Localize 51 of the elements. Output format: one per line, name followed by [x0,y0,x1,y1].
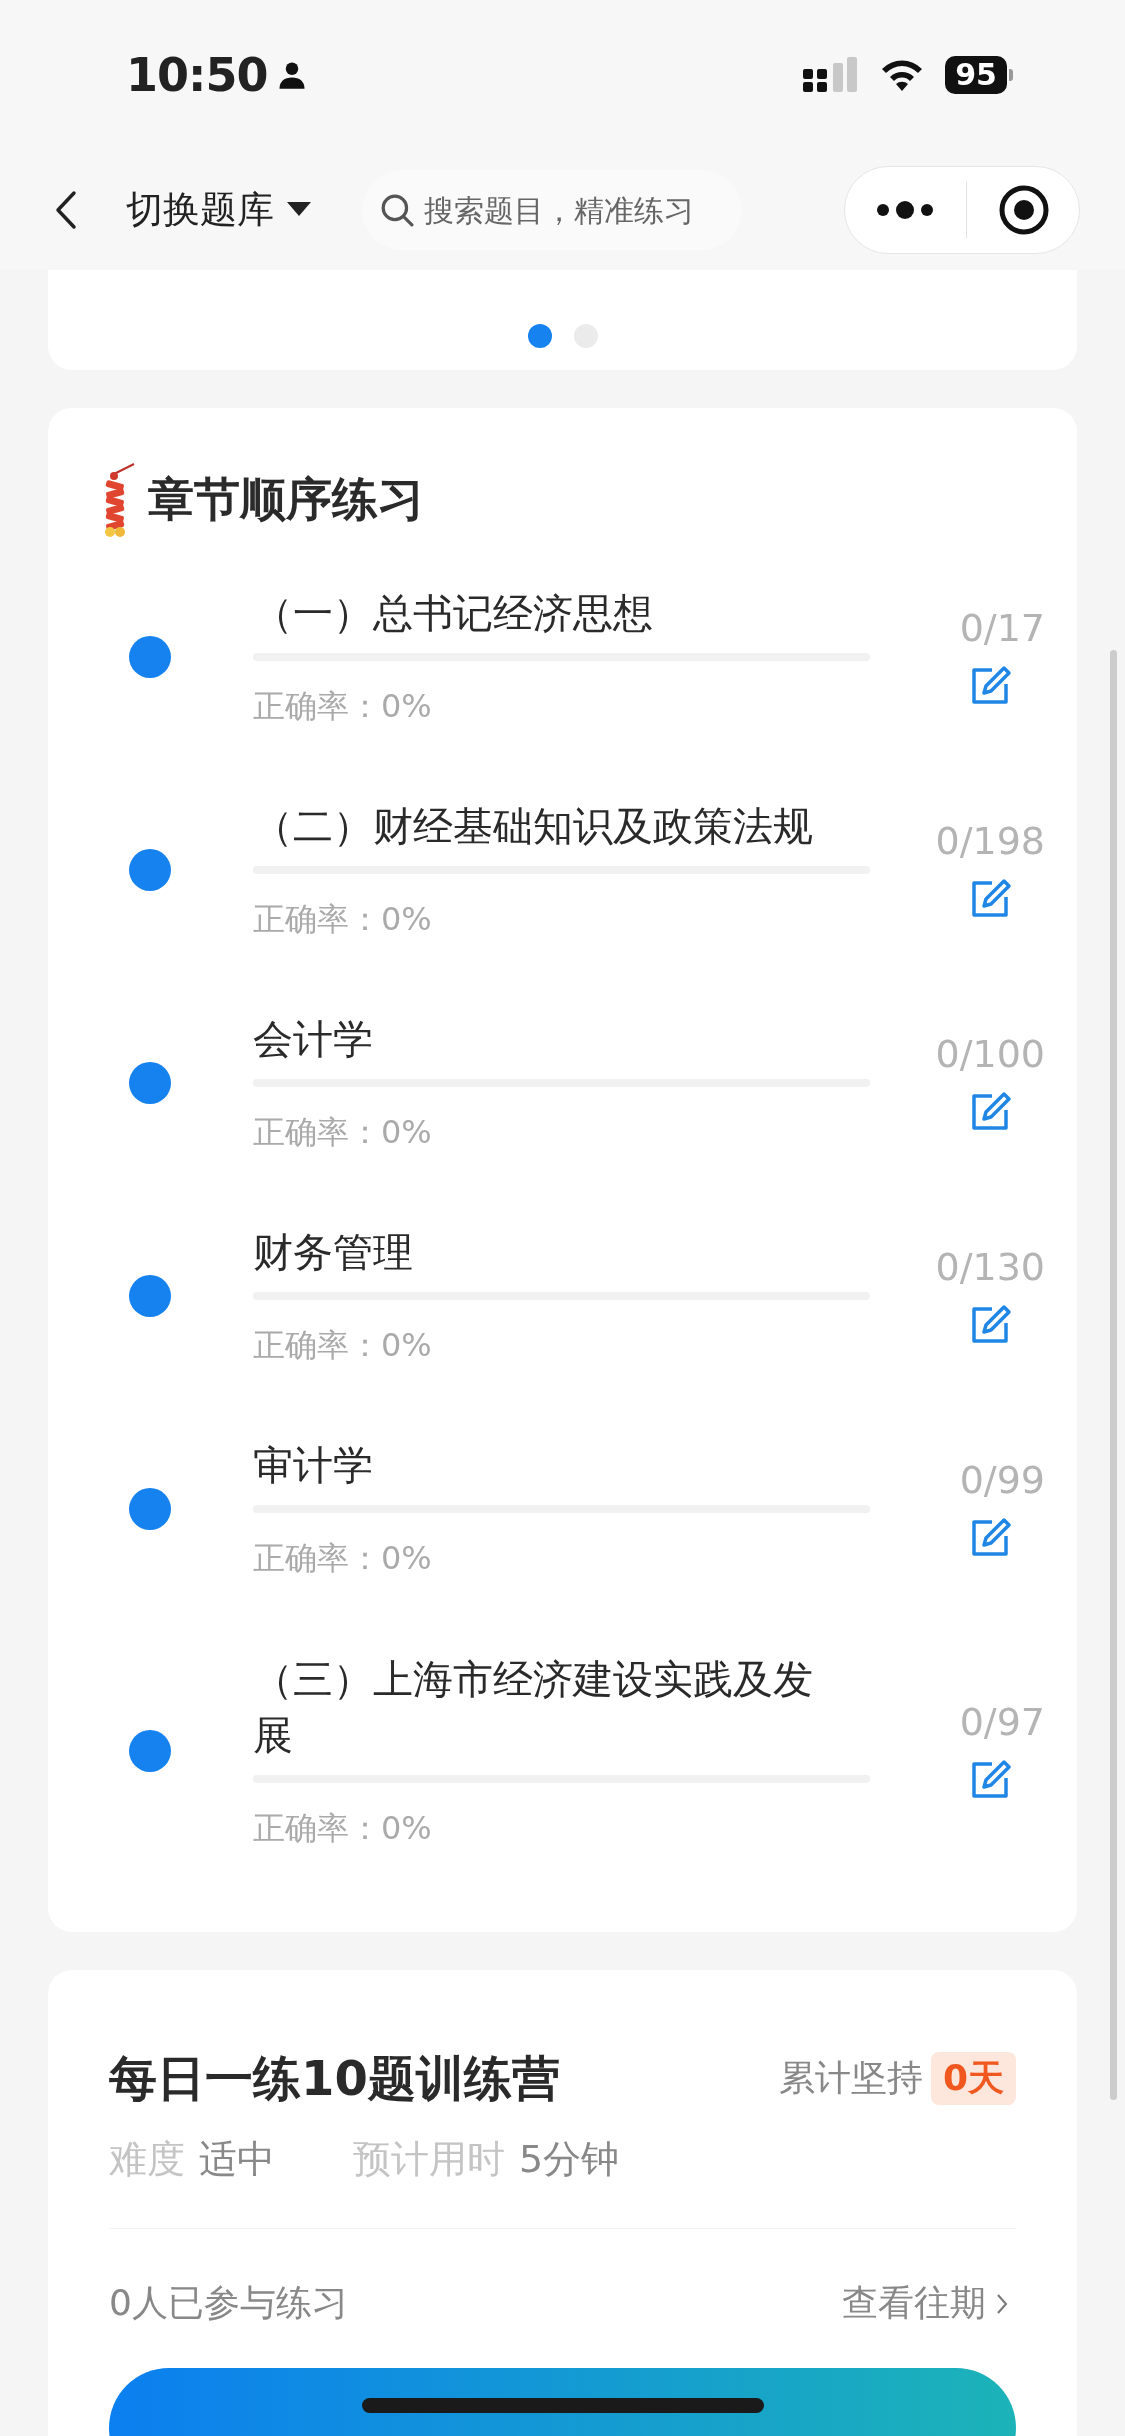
accuracy-text: 正确率：0% [253,1111,433,1153]
close-miniapp-icon[interactable] [997,184,1050,236]
chapter-row[interactable]: 会计学 正确率：0% 0/100 [48,976,1077,1189]
streak-badge: 0天 [930,2051,1016,2105]
chapter-row[interactable]: （三）上海市经济建设实践及发展 正确率：0% 0/97 [48,1615,1077,1887]
chapter-row[interactable]: 财务管理 正确率：0% 0/130 [48,1189,1077,1402]
chapter-title: 会计学 [253,1014,374,1064]
chapter-title: 财务管理 [253,1227,414,1277]
question-count: 0/99 [959,1457,1045,1502]
question-count: 0/97 [959,1700,1045,1744]
caret-icon [286,202,312,218]
accuracy-text: 正确率：0% [253,1324,433,1366]
accuracy-text: 正确率：0% [253,1808,433,1849]
bullet-dot [129,1730,171,1772]
accuracy-text: 正确率：0% [253,685,433,727]
search-icon [380,193,414,227]
accuracy-text: 正确率：0% [253,898,433,940]
chapter-row[interactable]: （二）财经基础知识及政策法规 正确率：0% 0/198 [48,763,1077,976]
bullet-dot [129,1487,171,1530]
battery-level: 95 [945,56,1007,94]
bullet-dot [129,1061,171,1104]
chapter-title: （二）财经基础知识及政策法规 [253,801,814,851]
participants-text: 0人已参与练习 [109,2281,348,2325]
bullet-dot [129,1274,171,1317]
bullet-dot [129,635,171,678]
chevron-icon [996,2292,1008,2315]
status-time: 10:50 [126,48,268,102]
bank-switch-dropdown[interactable]: 切换题库 [126,185,312,235]
meta-label: 难度 [109,2136,185,2183]
meta-value: 适中 [199,2136,275,2183]
chapter-title: 审计学 [253,1440,374,1490]
accuracy-text: 正确率：0% [253,1537,433,1579]
bullet-dot [129,848,171,891]
question-count: 0/130 [935,1244,1045,1289]
question-count: 0/198 [935,818,1045,863]
streak-label: 累计坚持 [778,2055,923,2100]
page-dot[interactable] [527,324,552,348]
more-icon[interactable] [874,200,935,220]
chapter-title: （一）总书记经济思想 [253,588,654,638]
meta-label: 预计用时 [353,2136,505,2183]
chapter-row[interactable]: 审计学 正确率：0% 0/99 [48,1402,1077,1615]
chapter-row[interactable]: （一）总书记经济思想 正确率：0% 0/17 [48,550,1077,763]
back-icon[interactable] [54,190,78,230]
signal-icon [803,57,860,93]
history-link[interactable]: 查看往期 [842,2279,1008,2328]
question-count: 0/17 [959,605,1045,650]
meta-value: 5分钟 [519,2136,620,2183]
question-count: 0/100 [935,1031,1045,1076]
camp-title: 每日一练10题训练营 [109,2049,560,2108]
section-title: 章节顺序练习 [148,471,424,528]
chapter-title: （三）上海市经济建设实践及发展 [253,1655,814,1760]
